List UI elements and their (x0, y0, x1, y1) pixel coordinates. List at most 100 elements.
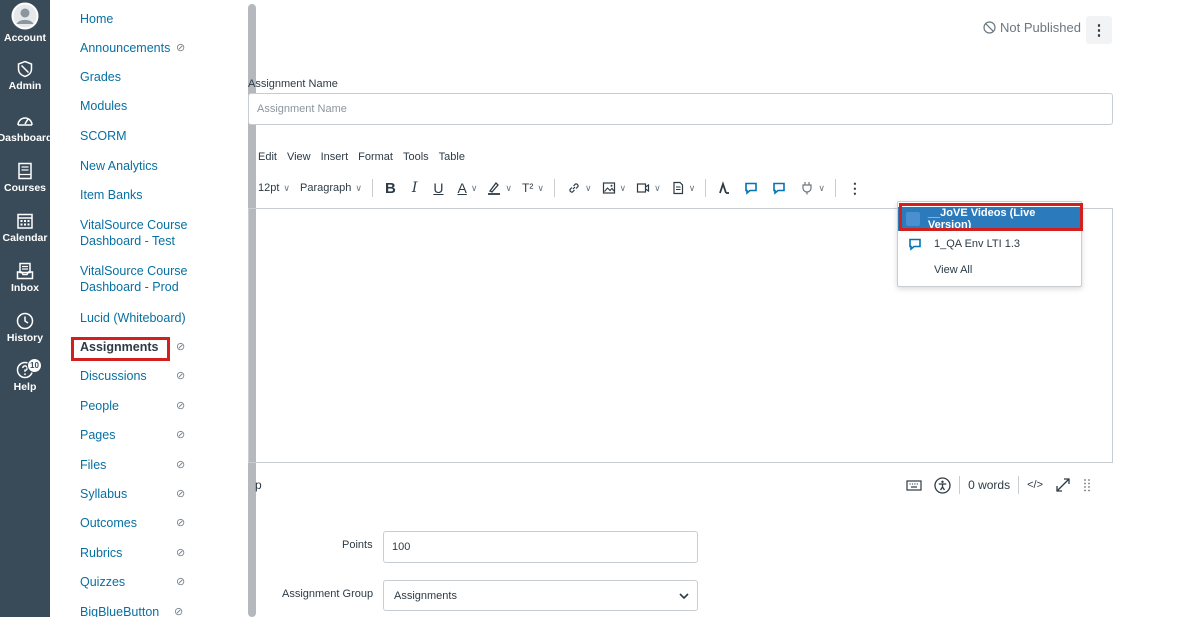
course-nav-vitalsource-prod[interactable]: VitalSource Course Dashboard - Prod (80, 263, 187, 295)
course-nav-outcomes[interactable]: Outcomes (80, 515, 137, 531)
course-nav-scorm[interactable]: SCORM (80, 128, 127, 144)
nav-admin[interactable]: Admin (0, 60, 50, 110)
course-nav-people[interactable]: People (80, 398, 119, 414)
nav-dashboard[interactable]: Dashboard (0, 112, 52, 162)
course-nav-grades[interactable]: Grades (80, 69, 121, 85)
course-nav-rubrics[interactable]: Rubrics (80, 545, 122, 561)
fullscreen-icon[interactable] (1055, 477, 1071, 493)
html-editor-toggle[interactable]: </> (1027, 479, 1043, 491)
course-nav-lucid[interactable]: Lucid (Whiteboard) (80, 310, 186, 326)
course-nav-files[interactable]: Files (80, 457, 106, 473)
lti-tool-button-1[interactable] (744, 181, 758, 195)
link-button[interactable]: ∨ (567, 181, 592, 195)
speedometer-icon (17, 117, 33, 126)
lti-tool-button-2[interactable] (772, 181, 786, 195)
assignment-name-label: Assignment Name (248, 78, 338, 90)
shield-icon (17, 60, 33, 78)
course-nav-label: Dashboard - Prod (80, 280, 179, 294)
keyboard-icon[interactable] (906, 478, 922, 492)
menu-view[interactable]: View (287, 151, 311, 163)
assignment-group-label: Assignment Group (282, 588, 374, 600)
points-input[interactable] (383, 531, 698, 563)
course-nav-new-analytics[interactable]: New Analytics (80, 158, 158, 174)
hidden-eye-icon: ⊘ (176, 576, 186, 588)
menu-format[interactable]: Format (358, 151, 393, 163)
chevron-down-icon: ∨ (355, 182, 362, 193)
block-format-value: Paragraph (300, 182, 352, 194)
nav-history[interactable]: History (0, 312, 50, 362)
toolbar-divider (371, 179, 373, 197)
media-button[interactable]: ∨ (636, 181, 661, 195)
editor-status-bar: p 0 words </> (248, 476, 1113, 496)
assignment-name-input[interactable] (248, 93, 1113, 125)
font-size-dropdown[interactable]: 12pt ∨ (258, 182, 290, 194)
course-nav-label: Dashboard - Test (80, 234, 175, 248)
lti-menu-item-qa-env[interactable]: 1_QA Env LTI 1.3 (898, 232, 1081, 256)
hidden-eye-icon: ⊘ (176, 400, 186, 412)
nav-courses[interactable]: Courses (0, 162, 50, 212)
toolbar-divider (553, 179, 555, 197)
text-color-button[interactable]: A ∨ (457, 180, 477, 196)
publish-status-label: Not Published (1000, 20, 1081, 35)
more-options-button[interactable]: ⋮ (1086, 16, 1112, 44)
course-nav-vitalsource-test[interactable]: VitalSource Course Dashboard - Test (80, 217, 187, 249)
status-divider (959, 476, 961, 494)
menu-table[interactable]: Table (439, 151, 465, 163)
document-icon (673, 181, 683, 195)
course-nav-home[interactable]: Home (80, 11, 113, 27)
nav-calendar-label: Calendar (2, 232, 48, 244)
inbox-icon (16, 262, 34, 280)
course-nav-discussions[interactable]: Discussions (80, 368, 147, 384)
menu-tools[interactable]: Tools (403, 151, 429, 163)
nav-inbox[interactable]: Inbox (0, 262, 50, 312)
highlight-box (71, 337, 170, 361)
speech-bubble-icon (773, 182, 786, 195)
superscript-icon: T² (522, 181, 534, 195)
element-path[interactable]: p (255, 478, 262, 492)
document-button[interactable]: ∨ (671, 181, 695, 195)
course-nav-label: VitalSource Course (80, 264, 188, 278)
more-toolbar-button[interactable]: ⋮ (848, 180, 862, 197)
course-nav-modules[interactable]: Modules (80, 98, 127, 114)
nav-help[interactable]: 10 Help (0, 358, 50, 411)
course-nav-item-banks[interactable]: Item Banks (80, 187, 143, 203)
course-nav-syllabus[interactable]: Syllabus (80, 486, 127, 502)
block-format-dropdown[interactable]: Paragraph ∨ (300, 182, 362, 194)
course-nav-announcements[interactable]: Announcements (80, 40, 170, 56)
book-icon (18, 162, 32, 180)
apps-plug-button[interactable]: ∨ (800, 181, 825, 195)
status-divider (1018, 476, 1020, 494)
resize-grip-icon[interactable] (1083, 478, 1091, 492)
status-bar-tools: 0 words </> (906, 476, 1091, 494)
highlight-color-button[interactable]: ∨ (487, 181, 512, 195)
global-nav: Account Admin Dashboard Courses Calendar… (0, 0, 52, 617)
image-button[interactable]: ∨ (602, 181, 627, 195)
chevron-down-icon: ∨ (584, 182, 592, 193)
menu-edit[interactable]: Edit (258, 151, 277, 163)
equation-button[interactable] (718, 181, 730, 195)
course-nav-pages[interactable]: Pages (80, 427, 115, 443)
nav-calendar[interactable]: Calendar (0, 212, 50, 262)
chevron-down-icon: ∨ (619, 182, 627, 193)
hidden-eye-icon: ⊘ (176, 42, 186, 54)
nav-help-label: Help (13, 381, 37, 393)
assignment-group-select[interactable]: Assignments (383, 580, 698, 611)
canvas-page: Account Admin Dashboard Courses Calendar… (0, 0, 1190, 617)
hidden-eye-icon: ⊘ (176, 370, 186, 382)
italic-icon[interactable]: I (412, 180, 418, 196)
hidden-eye-icon: ⊘ (176, 429, 186, 441)
lti-menu-view-all[interactable]: View All (898, 258, 1081, 282)
bold-icon[interactable]: B (385, 180, 396, 197)
accessibility-icon[interactable] (934, 476, 951, 494)
word-count[interactable]: 0 words (968, 478, 1010, 492)
assignment-group-value: Assignments (394, 589, 457, 602)
nav-account[interactable]: Account (0, 2, 50, 52)
course-nav-quizzes[interactable]: Quizzes (80, 574, 125, 590)
chevron-down-icon: ∨ (818, 182, 825, 193)
underline-icon[interactable]: U (433, 180, 443, 196)
superscript-button[interactable]: T² ∨ (522, 181, 544, 195)
link-icon (569, 183, 579, 193)
highlight-box (899, 203, 1083, 231)
menu-insert[interactable]: Insert (321, 151, 349, 163)
course-nav-bigbluebutton[interactable]: BigBlueButton (80, 604, 159, 617)
